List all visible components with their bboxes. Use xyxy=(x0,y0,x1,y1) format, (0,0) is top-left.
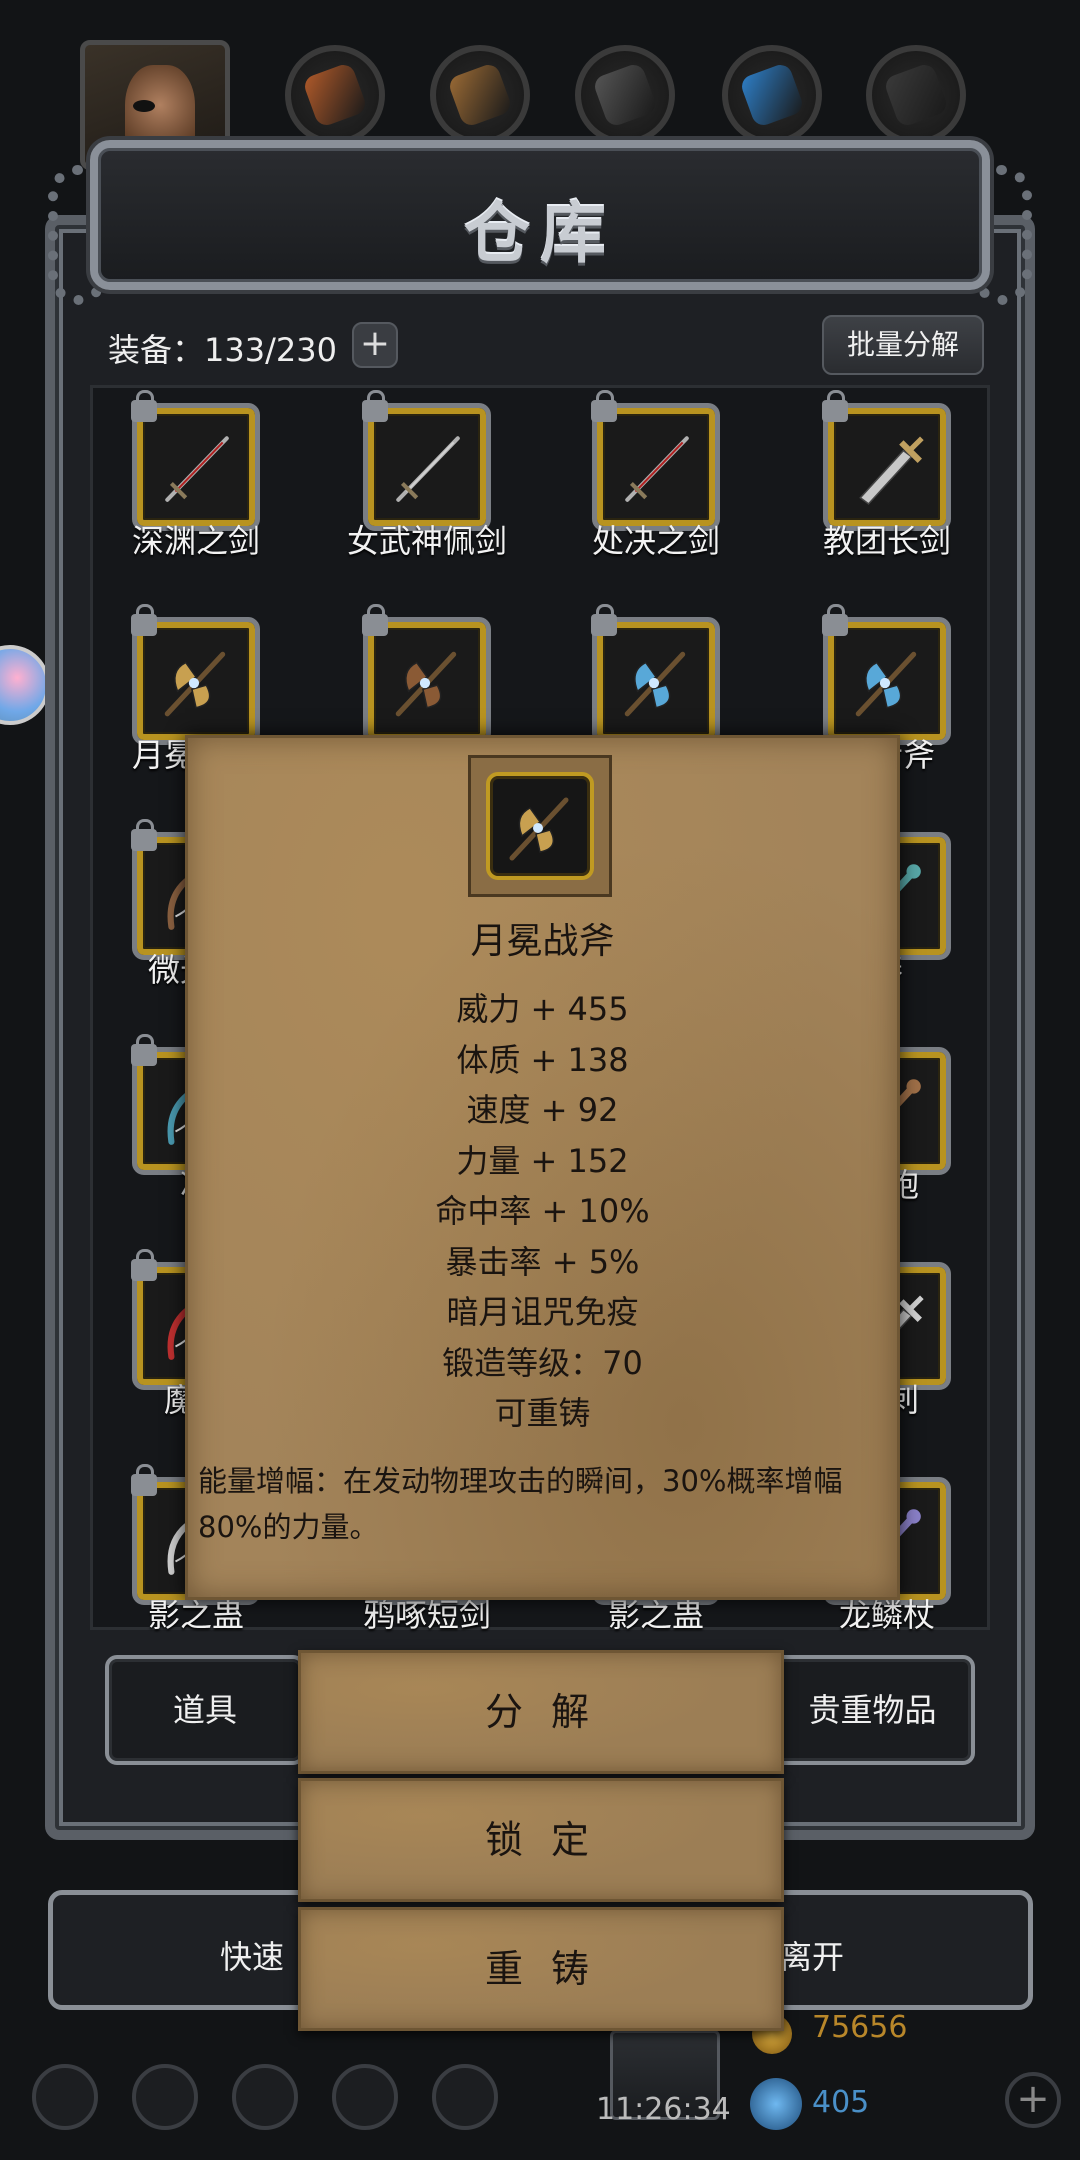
coal-icon xyxy=(866,45,966,145)
gem-amount: 405 xyxy=(812,2085,870,2120)
sword-icon xyxy=(625,436,689,502)
tooltip-stat-line: 暗月诅咒免疫 xyxy=(446,1293,639,1331)
inventory-slot[interactable] xyxy=(822,390,951,531)
tooltip-stat-line: 可重铸 xyxy=(494,1394,591,1432)
item-name: 教团长剑 xyxy=(822,522,951,560)
tooltip-description: 能量增幅：在发动物理攻击的瞬间，30%概率增幅80%的力量。 xyxy=(198,1464,843,1544)
lock-icon xyxy=(362,604,388,636)
quick-button[interactable]: 快速 xyxy=(220,1932,284,1978)
tab-items[interactable]: 道具 xyxy=(105,1655,305,1765)
handshake-icon[interactable] xyxy=(432,2064,498,2130)
battle-axe-icon xyxy=(624,651,686,717)
tooltip-stat-line: 力量 + 152 xyxy=(456,1141,629,1180)
item-name: 处决之剑 xyxy=(591,522,720,560)
tooltip-stat-line: 体质 + 138 xyxy=(456,1040,629,1079)
tooltip-stat-line: 锻造等级：70 xyxy=(442,1343,643,1382)
lock-icon xyxy=(131,819,157,851)
expand-capacity-button[interactable]: + xyxy=(352,322,398,368)
item-name: 深渊之剑 xyxy=(131,522,260,560)
decompose-button[interactable]: 分 解 xyxy=(298,1650,784,1774)
mail-icon[interactable] xyxy=(332,2064,398,2130)
add-currency-button[interactable]: + xyxy=(1005,2072,1061,2128)
gold-amount: 75656 xyxy=(812,2010,908,2045)
inventory-slot[interactable] xyxy=(591,390,720,531)
lock-icon xyxy=(131,604,157,636)
tooltip-stat-line: 暴击率 + 5% xyxy=(445,1242,640,1281)
inventory-slot[interactable] xyxy=(131,390,260,531)
inventory-slot[interactable] xyxy=(822,604,951,745)
lock-icon xyxy=(131,390,157,422)
battle-axe-icon xyxy=(164,651,226,717)
floating-assistant-bubble[interactable] xyxy=(0,645,50,725)
lock-button[interactable]: 锁 定 xyxy=(298,1778,784,1902)
achievement-icon[interactable] xyxy=(132,2064,198,2130)
item-name: 女武神佩剑 xyxy=(346,522,507,560)
inventory-slot[interactable] xyxy=(362,604,491,745)
tooltip-item-slot xyxy=(486,772,594,880)
gem-icon xyxy=(750,2078,802,2130)
tooltip-stat-line: 命中率 + 10% xyxy=(435,1192,650,1230)
meat-icon xyxy=(285,45,385,145)
battle-axe-icon xyxy=(509,797,569,861)
axe-icon xyxy=(395,651,457,717)
lock-icon xyxy=(131,1464,157,1496)
inventory-slot[interactable] xyxy=(362,390,491,531)
wood-icon xyxy=(430,45,530,145)
sword-icon xyxy=(396,436,460,502)
lock-icon xyxy=(591,390,617,422)
lock-icon xyxy=(822,390,848,422)
tooltip-stat-line: 威力 + 455 xyxy=(456,990,629,1028)
map-icon[interactable] xyxy=(232,2064,298,2130)
clock-time: 11:26:34 xyxy=(596,2092,731,2127)
battle-axe-icon xyxy=(855,651,917,717)
lock-icon xyxy=(591,604,617,636)
lock-icon xyxy=(131,1249,157,1281)
warehouse-title: 仓库 xyxy=(464,194,616,272)
tab-valuables[interactable]: 贵重物品 xyxy=(770,1655,975,1765)
tooltip-item-name: 月冕战斧 xyxy=(470,921,615,962)
broadsword-icon xyxy=(859,436,924,505)
lock-icon xyxy=(822,604,848,636)
iron-ore-icon xyxy=(575,45,675,145)
lock-icon xyxy=(362,390,388,422)
equipment-count: 装备：133/230 xyxy=(108,331,337,369)
lock-icon xyxy=(131,1034,157,1066)
inventory-slot[interactable] xyxy=(131,604,260,745)
sword-icon xyxy=(165,436,229,502)
reforge-button[interactable]: 重 铸 xyxy=(298,1907,784,2031)
leave-button[interactable]: 离开 xyxy=(780,1932,844,1978)
crystal-icon xyxy=(722,45,822,145)
settings-icon[interactable] xyxy=(32,2064,98,2130)
batch-decompose-button[interactable]: 批量分解 xyxy=(822,315,984,375)
inventory-slot[interactable] xyxy=(591,604,720,745)
tooltip-stat-line: 速度 + 92 xyxy=(466,1091,619,1129)
